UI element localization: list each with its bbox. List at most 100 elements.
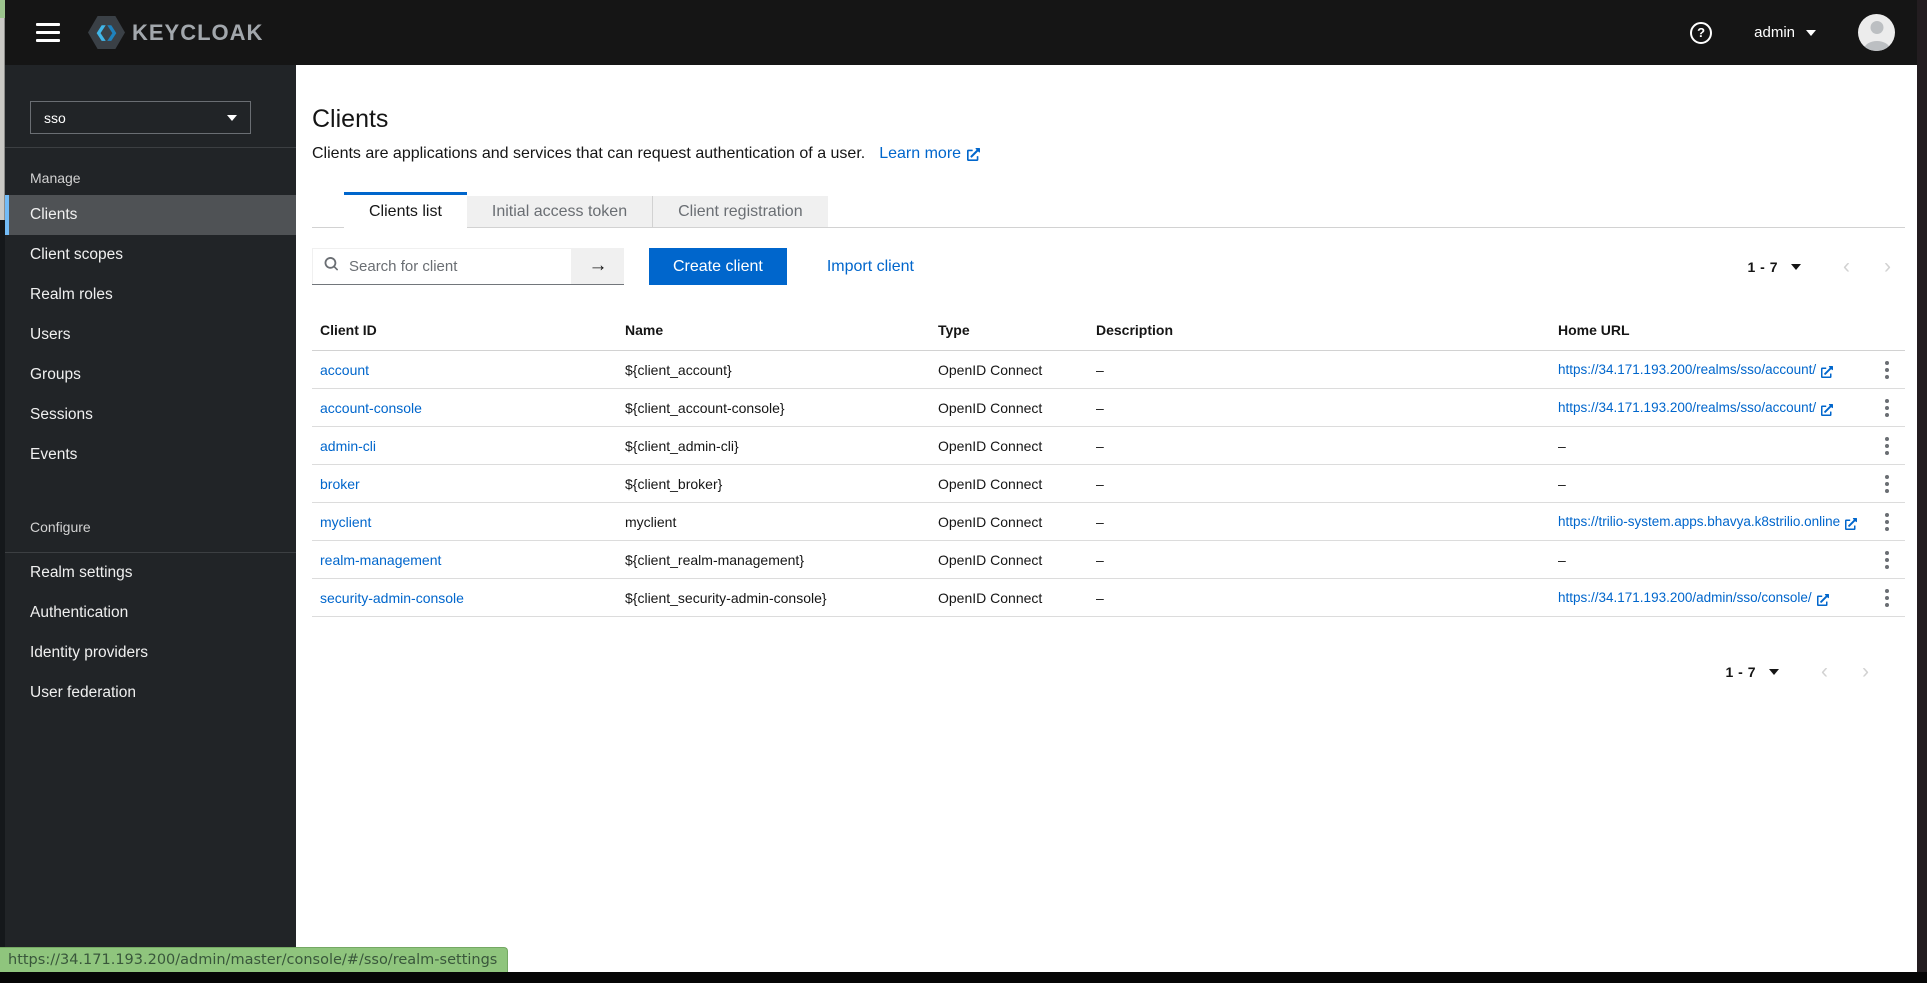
client-id-link[interactable]: admin-cli — [320, 438, 376, 454]
sidebar-item-events[interactable]: Events — [5, 435, 296, 475]
sidebar-item-label: Users — [30, 326, 71, 343]
realm-selector-value: sso — [44, 109, 66, 126]
window-bottom-bar — [0, 972, 1927, 983]
learn-more-link[interactable]: Learn more — [879, 145, 981, 162]
kebab-icon — [1885, 512, 1889, 517]
help-icon[interactable]: ? — [1690, 21, 1713, 44]
sidebar-item-label: Authentication — [30, 604, 129, 621]
description-cell: – — [1088, 502, 1550, 542]
user-menu[interactable]: admin — [1754, 24, 1816, 41]
pagination-bottom: 1 - 7 ‹ › — [1725, 661, 1869, 682]
avatar[interactable] — [1858, 14, 1895, 51]
keycloak-logo: ❮ ❯ KEYCLOAK — [88, 16, 263, 49]
name-cell: ${client_account-console} — [617, 388, 930, 428]
home-url-cell: – — [1550, 540, 1867, 580]
name-cell: ${client_broker} — [617, 464, 930, 504]
page-title: Clients — [312, 105, 389, 133]
description-cell: – — [1088, 426, 1550, 466]
sidebar-item-label: Identity providers — [30, 644, 149, 661]
client-id-cell: realm-management — [312, 540, 617, 580]
tab-client-registration[interactable]: Client registration — [652, 196, 828, 228]
app-header: ❮ ❯ KEYCLOAK ? admin — [5, 0, 1917, 65]
chevron-down-icon[interactable] — [1791, 263, 1801, 270]
kebab-menu-button[interactable] — [1875, 584, 1899, 612]
pagination-next-button[interactable]: › — [1884, 256, 1891, 277]
empty-value: – — [1558, 475, 1566, 492]
nav-section: Manage Clients Client scopes Realm roles Us… — [5, 148, 296, 475]
type-cell: OpenID Connect — [930, 464, 1088, 504]
kebab-icon — [1885, 588, 1889, 593]
window-edge-artifact-right — [1917, 0, 1927, 983]
description-cell: – — [1088, 578, 1550, 618]
sidebar-item-groups[interactable]: Groups — [5, 355, 296, 395]
chevron-down-icon — [1806, 29, 1816, 36]
chevron-down-icon[interactable] — [1769, 668, 1779, 675]
kebab-menu-button[interactable] — [1875, 508, 1899, 536]
sidebar-item-label: Realm settings — [30, 564, 133, 581]
arrow-right-icon: → — [588, 255, 608, 277]
status-url-tooltip: https://34.171.193.200/admin/master/cons… — [0, 947, 509, 972]
home-url-cell: – — [1550, 464, 1867, 504]
client-id-link[interactable]: myclient — [320, 514, 371, 530]
edge-segment-light — [0, 18, 5, 220]
actions-cell — [1867, 388, 1905, 428]
external-link-icon — [967, 145, 981, 166]
client-id-link[interactable]: realm-management — [320, 552, 441, 568]
search-box — [312, 248, 572, 285]
name-cell: myclient — [617, 502, 930, 542]
type-cell: OpenID Connect — [930, 502, 1088, 542]
kebab-menu-button[interactable] — [1875, 356, 1899, 384]
external-link-icon — [1816, 592, 1829, 607]
kebab-menu-button[interactable] — [1875, 470, 1899, 498]
tab-initial-access-token[interactable]: Initial access token — [466, 196, 653, 228]
tab-clients-list[interactable]: Clients list — [344, 192, 467, 229]
pagination-prev-button[interactable]: ‹ — [1843, 256, 1850, 277]
column-header-home-url: Home URL — [1550, 313, 1867, 352]
kebab-icon — [1885, 550, 1889, 555]
sidebar-item-user-federation[interactable]: User federation — [5, 673, 296, 713]
kebab-menu-button[interactable] — [1875, 432, 1899, 460]
kebab-menu-button[interactable] — [1875, 546, 1899, 574]
nav-section: Configure Realm settings Authentication Id… — [5, 475, 296, 713]
client-id-link[interactable]: broker — [320, 476, 360, 492]
sidebar-item-client-scopes[interactable]: Client scopes — [5, 235, 296, 275]
client-id-link[interactable]: account-console — [320, 400, 422, 416]
sidebar-item-realm-roles[interactable]: Realm roles — [5, 275, 296, 315]
actions-cell — [1867, 502, 1905, 542]
table-row: security-admin-console ${client_security… — [312, 578, 1905, 618]
nav-toggle-button[interactable] — [32, 17, 64, 48]
import-client-link[interactable]: Import client — [827, 258, 914, 276]
table-row: account ${client_account} OpenID Connect… — [312, 350, 1905, 390]
edge-segment-green — [0, 0, 5, 18]
client-id-cell: admin-cli — [312, 426, 617, 466]
pagination-next-button[interactable]: › — [1862, 661, 1869, 682]
sidebar-item-sessions[interactable]: Sessions — [5, 395, 296, 435]
create-client-button[interactable]: Create client — [649, 248, 787, 286]
sidebar-item-clients[interactable]: Clients — [5, 195, 296, 235]
client-id-cell: account — [312, 350, 617, 390]
kebab-menu-button[interactable] — [1875, 394, 1899, 422]
name-cell: ${client_realm-management} — [617, 540, 930, 580]
client-id-link[interactable]: security-admin-console — [320, 590, 464, 606]
client-id-link[interactable]: account — [320, 362, 369, 378]
home-url-link[interactable]: https://34.171.193.200/realms/sso/accoun… — [1558, 400, 1834, 417]
pagination-prev-button[interactable]: ‹ — [1821, 661, 1828, 682]
sidebar-item-authentication[interactable]: Authentication — [5, 593, 296, 633]
sidebar-item-users[interactable]: Users — [5, 315, 296, 355]
search-submit-button[interactable]: → — [572, 248, 624, 285]
nav-section-label: Manage — [30, 170, 81, 186]
sidebar-item-identity-providers[interactable]: Identity providers — [5, 633, 296, 673]
home-url-link[interactable]: https://trilio-system.apps.bhavya.k8stri… — [1558, 514, 1858, 531]
home-url-cell: https://34.171.193.200/admin/sso/console… — [1550, 578, 1867, 618]
user-menu-label: admin — [1754, 24, 1795, 41]
sidebar-item-realm-settings[interactable]: Realm settings — [5, 553, 296, 593]
avatar-person-icon — [1870, 21, 1883, 34]
clients-table: Client ID Name Type Description Home URL… — [312, 313, 1905, 618]
home-url-link[interactable]: https://34.171.193.200/admin/sso/console… — [1558, 590, 1829, 607]
brand-wordmark: KEYCLOAK — [132, 19, 264, 45]
realm-selector[interactable]: sso — [30, 101, 251, 134]
search-input[interactable] — [347, 257, 547, 277]
actions-cell — [1867, 578, 1905, 618]
column-header-client-id: Client ID — [312, 313, 617, 352]
home-url-link[interactable]: https://34.171.193.200/realms/sso/accoun… — [1558, 362, 1834, 379]
